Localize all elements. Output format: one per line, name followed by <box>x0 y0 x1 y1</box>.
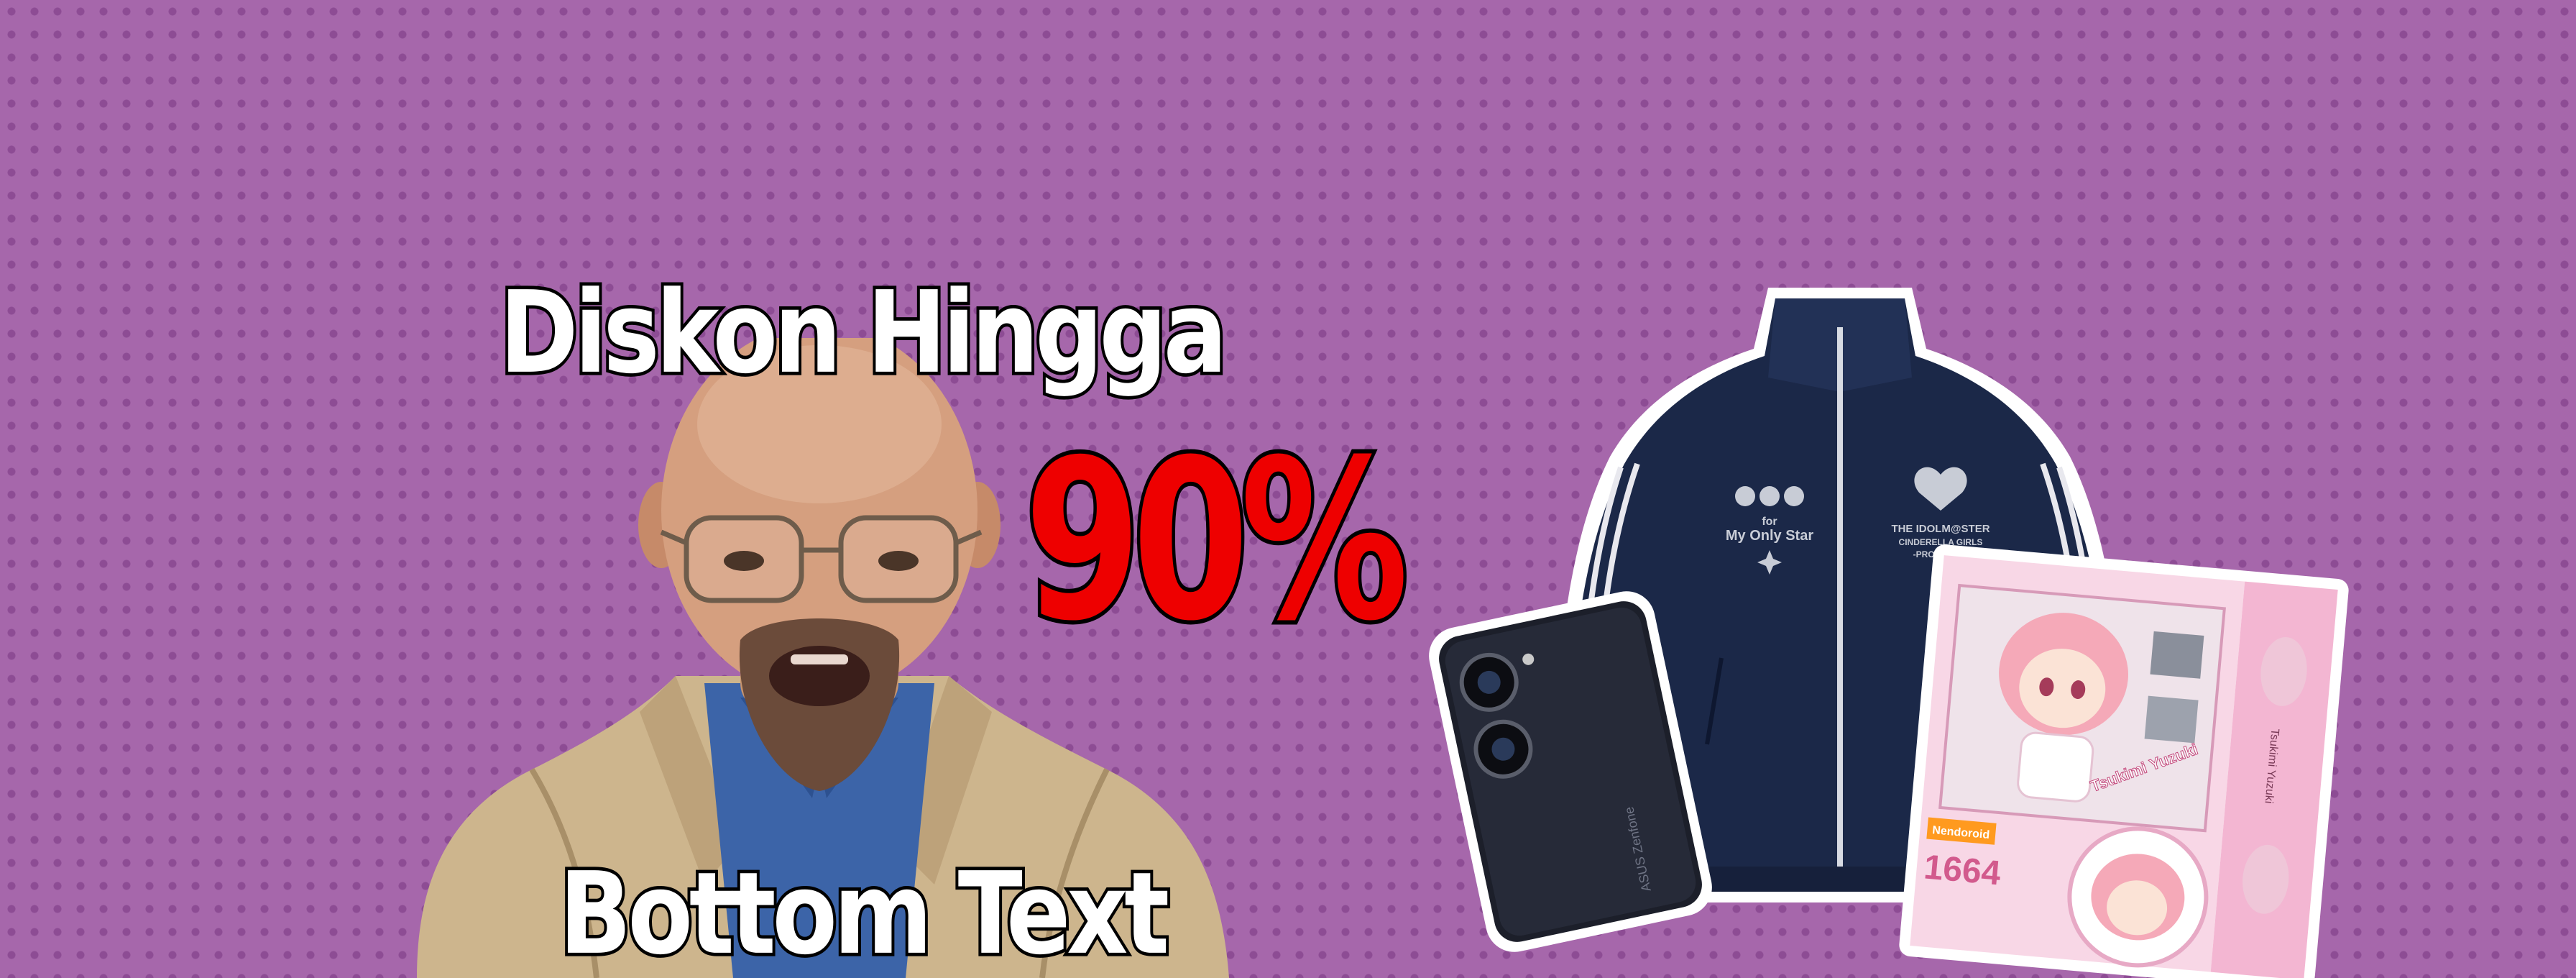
headline-text: Diskon Hingga <box>497 264 1230 402</box>
jacket-print-idolmaster: THE IDOLM@STER <box>1891 523 1990 535</box>
figure-product-number: 1664 <box>1923 848 2002 892</box>
promo-banner: for My Only Star THE IDOLM@STER CINDEREL… <box>0 0 2576 978</box>
bottom-text: Bottom Text <box>556 845 1172 978</box>
jacket-print-my-only-star: My Only Star <box>1726 528 1813 544</box>
figure-box-image: Nendoroid 1664 Tsukimi Yuzuki Tsukimi Yu… <box>1899 544 2349 978</box>
jacket-print-for: for <box>1762 516 1777 528</box>
discount-percent: 90% <box>1021 409 1412 674</box>
